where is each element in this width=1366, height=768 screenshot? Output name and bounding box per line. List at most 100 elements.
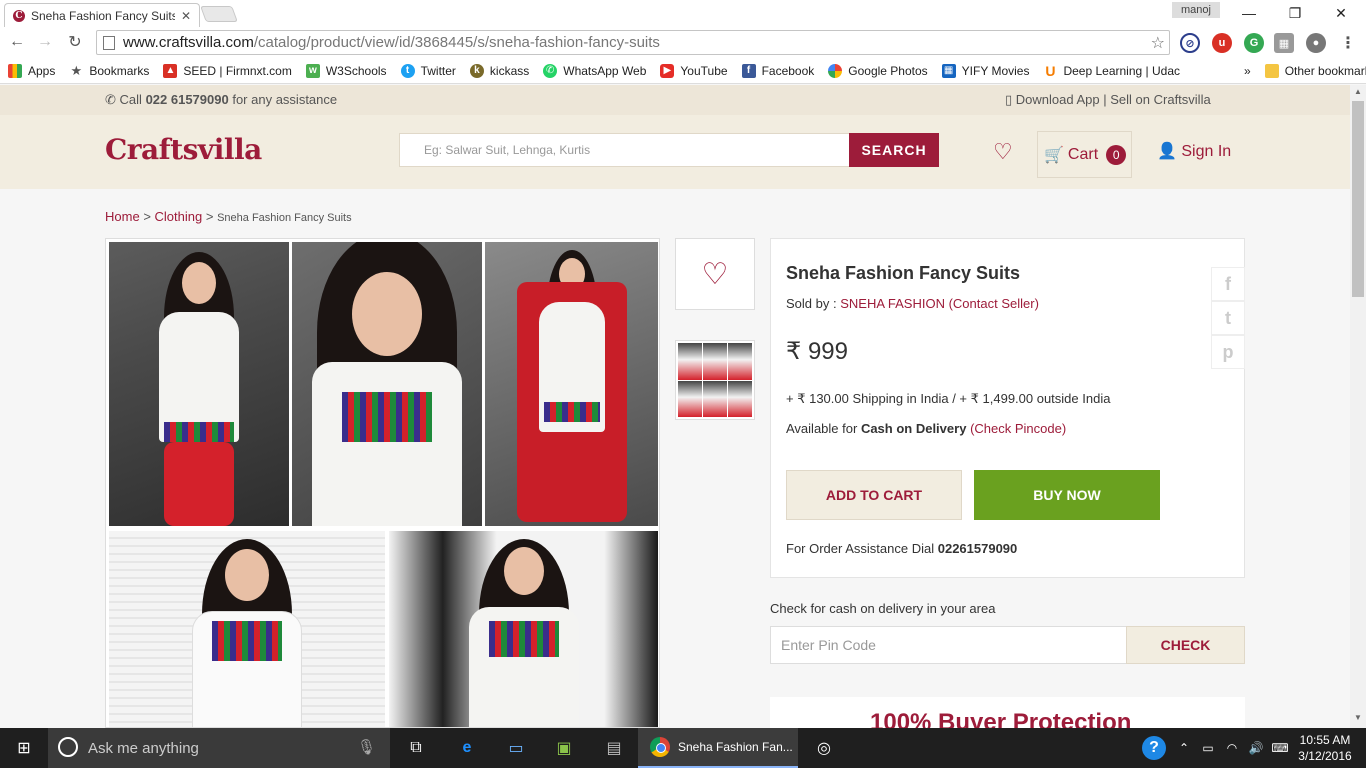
product-title: Sneha Fashion Fancy Suits: [786, 263, 1021, 283]
product-main-image[interactable]: [105, 238, 660, 728]
scrollbar-thumb[interactable]: [1352, 101, 1364, 297]
taskbar-chrome-window[interactable]: Sneha Fashion Fan...: [638, 728, 798, 768]
download-app-link[interactable]: Download App: [1016, 92, 1100, 107]
clock-date: 3/12/2016: [1298, 749, 1352, 763]
assist-phone: 02261579090: [937, 541, 1018, 556]
close-window-icon[interactable]: ✕: [1318, 0, 1364, 26]
puzzle-extension-icon[interactable]: ▦: [1274, 33, 1294, 53]
product-info-panel: Sneha Fashion Fancy Suits Sold by : SNEH…: [770, 238, 1245, 578]
kickass-icon: k: [469, 63, 484, 78]
back-arrow-icon[interactable]: ←: [6, 31, 28, 53]
media-player-icon[interactable]: ◎: [812, 736, 836, 760]
buy-now-button[interactable]: BUY NOW: [974, 470, 1160, 520]
browser-toolbar: ← → ↻ www.craftsvilla.com/catalog/produc…: [0, 27, 1366, 58]
url-host: www.craftsvilla.com: [123, 34, 254, 51]
control-panel-icon[interactable]: ▤: [602, 736, 626, 760]
add-to-cart-button[interactable]: ADD TO CART: [786, 470, 962, 520]
taskbar-clock[interactable]: 10:55 AM 3/12/2016: [1290, 732, 1360, 764]
other-bookmarks[interactable]: Other bookmarks: [1264, 63, 1366, 78]
help-icon[interactable]: ?: [1142, 736, 1166, 760]
google-photos-icon: [828, 63, 843, 78]
ublock-extension-icon[interactable]: u: [1212, 33, 1232, 53]
wifi-icon[interactable]: ◠: [1220, 736, 1244, 760]
green-extension-icon[interactable]: G: [1244, 33, 1264, 53]
pinterest-share-icon[interactable]: p: [1211, 335, 1245, 369]
volume-icon[interactable]: 🔊: [1244, 736, 1268, 760]
scroll-down-icon[interactable]: ▼: [1352, 713, 1364, 725]
sold-by: Sold by : SNEHA FASHION (Contact Seller): [786, 296, 1039, 311]
folder-icon: [1264, 63, 1279, 78]
product-photo-4: [109, 531, 385, 727]
pincode-input[interactable]: Enter Pin Code: [770, 626, 1127, 664]
bookmark-seed[interactable]: ▲ SEED | Firmnxt.com: [163, 63, 292, 78]
breadcrumb-home[interactable]: Home: [105, 209, 140, 224]
menu-icon[interactable]: ⋮: [1338, 33, 1358, 53]
wishlist-heart-icon[interactable]: ♡: [993, 139, 1013, 165]
restore-icon[interactable]: ❐: [1272, 0, 1318, 26]
chrome-window-label: Sneha Fashion Fan...: [678, 740, 793, 754]
bookmark-google-photos[interactable]: Google Photos: [828, 63, 928, 78]
windows-start-icon[interactable]: ⊞: [12, 736, 36, 760]
cod-label: Cash on Delivery: [860, 421, 967, 436]
contact-seller-link[interactable]: (Contact Seller): [949, 296, 1039, 311]
bookmark-yify[interactable]: ▦ YIFY Movies: [941, 63, 1029, 78]
product-thumbnail[interactable]: [675, 340, 755, 420]
close-tab-icon[interactable]: ✕: [181, 9, 191, 23]
bookmark-label: YouTube: [680, 63, 728, 78]
cortana-search-box[interactable]: Ask me anything 🎙: [48, 728, 390, 768]
bookmark-star-icon[interactable]: ☆: [1151, 33, 1165, 53]
bookmark-bookmarks[interactable]: ★ Bookmarks: [69, 63, 150, 78]
app-icon[interactable]: ▣: [552, 736, 576, 760]
explorer-icon[interactable]: ▭: [504, 736, 528, 760]
add-to-wishlist-button[interactable]: ♡: [675, 238, 755, 310]
search-button[interactable]: SEARCH: [849, 133, 939, 167]
user-extension-icon[interactable]: ●: [1306, 33, 1326, 53]
cart-icon: 🛒: [1044, 146, 1064, 164]
breadcrumb-clothing[interactable]: Clothing: [155, 209, 203, 224]
breadcrumb-separator: >: [143, 209, 151, 224]
seller-link[interactable]: SNEHA FASHION: [840, 296, 945, 311]
bookmark-whatsapp[interactable]: ✆ WhatsApp Web: [543, 63, 646, 78]
bookmark-w3schools[interactable]: w W3Schools: [305, 63, 387, 78]
search-input[interactable]: Eg: Salwar Suit, Lehnga, Kurtis: [399, 133, 850, 167]
show-hidden-icons-icon[interactable]: ⌃: [1172, 736, 1196, 760]
adblock-extension-icon[interactable]: ⊘: [1180, 33, 1200, 53]
reload-icon[interactable]: ↻: [64, 31, 86, 53]
bookmarks-overflow[interactable]: »: [1244, 64, 1251, 78]
forward-arrow-icon[interactable]: →: [34, 31, 56, 53]
bookmarks-bar: Apps ★ Bookmarks ▲ SEED | Firmnxt.com w W3S…: [0, 58, 1366, 84]
bookmark-facebook[interactable]: f Facebook: [741, 63, 814, 78]
call-prefix: Call: [119, 92, 142, 107]
bookmark-udacity[interactable]: U Deep Learning | Udac: [1043, 63, 1180, 79]
bookmark-youtube[interactable]: ▶ YouTube: [660, 63, 728, 78]
bookmark-apps[interactable]: Apps: [8, 63, 55, 78]
cortana-placeholder: Ask me anything: [88, 739, 199, 757]
task-view-icon[interactable]: ⧉: [404, 736, 428, 760]
new-tab-button[interactable]: [200, 6, 238, 22]
scroll-up-icon[interactable]: ▲: [1352, 87, 1364, 99]
address-bar[interactable]: www.craftsvilla.com/catalog/product/view…: [96, 30, 1170, 55]
bookmark-twitter[interactable]: t Twitter: [400, 63, 456, 78]
microphone-icon[interactable]: 🎙: [357, 738, 376, 756]
site-header: Craftsvilla Eg: Salwar Suit, Lehnga, Kur…: [0, 115, 1350, 189]
browser-tab[interactable]: C Sneha Fashion Fancy Suits ✕: [4, 3, 200, 27]
check-pincode-button[interactable]: CHECK: [1126, 626, 1245, 664]
sell-link[interactable]: Sell on Craftsvilla: [1110, 92, 1210, 107]
minimize-icon[interactable]: —: [1226, 0, 1272, 26]
bookmark-kickass[interactable]: k kickass: [469, 63, 529, 78]
profile-name[interactable]: manoj: [1172, 2, 1220, 18]
facebook-share-icon[interactable]: f: [1211, 267, 1245, 301]
browser-tab-strip: C Sneha Fashion Fancy Suits ✕ manoj — ❐ …: [0, 0, 1366, 27]
craftsvilla-logo[interactable]: Craftsvilla: [105, 133, 262, 166]
cart-button[interactable]: 🛒 Cart 0: [1037, 131, 1132, 178]
edge-icon[interactable]: e: [455, 736, 479, 760]
page-content: ✆ Call 022 61579090 for any assistance ▯…: [0, 85, 1350, 728]
twitter-share-icon[interactable]: t: [1211, 301, 1245, 335]
page-info-icon[interactable]: [103, 35, 115, 50]
seed-icon: ▲: [163, 63, 178, 78]
check-pincode-link[interactable]: (Check Pincode): [970, 421, 1066, 436]
bookmark-label: Deep Learning | Udac: [1063, 63, 1180, 78]
language-icon[interactable]: ⌨: [1268, 736, 1292, 760]
sign-in-link[interactable]: 👤 Sign In: [1157, 141, 1231, 161]
battery-icon[interactable]: ▭: [1196, 736, 1220, 760]
